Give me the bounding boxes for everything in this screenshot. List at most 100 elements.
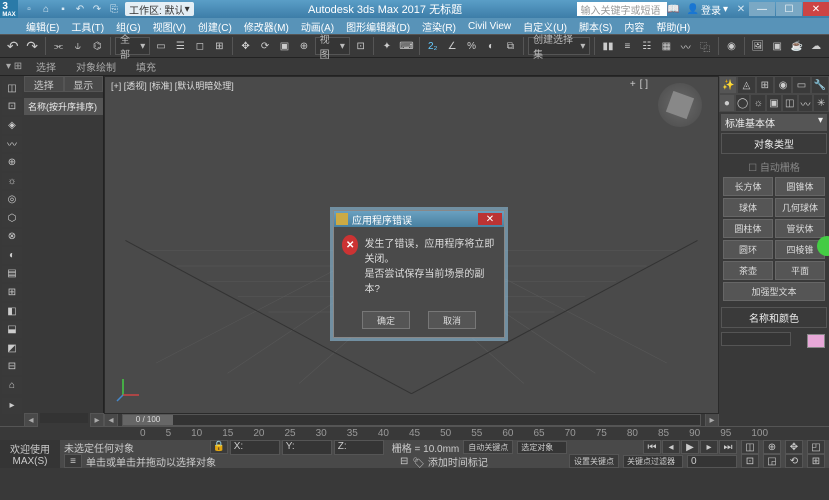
lt-11[interactable]: ▤ <box>2 266 22 283</box>
tab-select[interactable]: 选择 <box>30 59 62 74</box>
add-time-tag[interactable]: 🏷 添加时间标记 <box>412 454 487 469</box>
lt-6[interactable]: ☼ <box>2 173 22 190</box>
move-icon[interactable]: ✥ <box>237 36 254 56</box>
btn-geosphere[interactable]: 几何球体 <box>775 198 825 217</box>
link-icon[interactable]: ⫘ <box>50 36 67 56</box>
tab-populate[interactable]: 填充 <box>130 59 162 74</box>
lt-9[interactable]: ⊗ <box>2 229 22 246</box>
menu-view[interactable]: 视图(V) <box>147 18 192 34</box>
time-slider[interactable]: 0 / 100 <box>122 414 701 426</box>
nav-5[interactable]: ⟲ <box>785 454 803 468</box>
undo-button[interactable]: ↶ <box>4 36 21 56</box>
isolate-icon[interactable]: ◫ <box>741 440 759 454</box>
lt-17[interactable]: ⌂ <box>2 377 22 394</box>
btn-teapot[interactable]: 茶壶 <box>723 261 773 280</box>
rotate-icon[interactable]: ⟳ <box>256 36 273 56</box>
next-frame-icon[interactable]: ▸ <box>700 440 718 454</box>
sc-r[interactable]: ▸ <box>90 413 104 427</box>
dialog-cancel-button[interactable]: 取消 <box>428 311 476 329</box>
nav-1[interactable]: ⊕ <box>763 440 781 454</box>
placement-icon[interactable]: ⊕ <box>295 36 312 56</box>
btn-sphere[interactable]: 球体 <box>723 198 773 217</box>
project-icon[interactable]: ⎘ <box>107 2 121 16</box>
viewcube[interactable] <box>658 83 702 127</box>
cat-systems-icon[interactable]: ✳ <box>814 95 828 111</box>
minimize-button[interactable]: — <box>749 2 775 16</box>
lt-5[interactable]: ⊕ <box>2 154 22 171</box>
cmd-tab-create[interactable]: ✨ <box>720 77 736 93</box>
sc-l[interactable]: ◂ <box>24 413 38 427</box>
material-icon[interactable]: ◉ <box>723 36 740 56</box>
angle-snap-icon[interactable]: ∠ <box>443 36 460 56</box>
frame-input[interactable]: 0 <box>687 455 737 468</box>
toggle-icon[interactable]: ▦ <box>658 36 675 56</box>
btn-box[interactable]: 长方体 <box>723 177 773 196</box>
search-help-icon[interactable]: 📖 <box>667 2 681 16</box>
maxscript-icon[interactable]: ≡ <box>64 454 82 468</box>
new-icon[interactable]: ▫ <box>22 2 36 16</box>
prev-frame-icon[interactable]: ◂ <box>662 440 680 454</box>
select-name-icon[interactable]: ☰ <box>172 36 189 56</box>
nav-2[interactable]: ✥ <box>785 440 803 454</box>
redo-button[interactable]: ↷ <box>23 36 40 56</box>
render-setup-icon[interactable]: 🖼 <box>749 36 766 56</box>
maximize-button[interactable]: ☐ <box>776 2 802 16</box>
lt-16[interactable]: ⊟ <box>2 358 22 375</box>
window-cross-icon[interactable]: ⊞ <box>211 36 228 56</box>
polymodel-icon[interactable]: ▾ ⊞ <box>6 61 22 72</box>
lt-3[interactable]: ◈ <box>2 117 22 134</box>
nav-3[interactable]: ◰ <box>807 440 825 454</box>
rollout-name-color[interactable]: 名称和颜色 <box>721 307 827 328</box>
render-frame-icon[interactable]: ▣ <box>769 36 786 56</box>
lock-icon[interactable]: 🔒 <box>210 440 228 454</box>
object-color-swatch[interactable] <box>807 334 825 348</box>
menu-create[interactable]: 创建(C) <box>192 18 238 34</box>
cat-cameras-icon[interactable]: ▣ <box>767 95 781 111</box>
menu-script[interactable]: 脚本(S) <box>573 18 618 34</box>
menu-help[interactable]: 帮助(H) <box>650 18 696 34</box>
goto-start-icon[interactable]: ⏮ <box>643 440 661 454</box>
dialog-ok-button[interactable]: 确定 <box>362 311 410 329</box>
dialog-titlebar[interactable]: 应用程序错误 ✕ <box>334 211 504 227</box>
autokey-button[interactable]: 自动关键点 <box>463 440 513 454</box>
snap2d-icon[interactable]: 2₂ <box>424 36 441 56</box>
play-icon[interactable]: ▶ <box>681 440 699 454</box>
e1-icon[interactable]: ⧉ <box>502 36 519 56</box>
lt-4[interactable]: 〰 <box>2 136 22 153</box>
lt-14[interactable]: ⬓ <box>2 321 22 338</box>
selection-filter[interactable]: 全部 ▾ <box>115 37 150 55</box>
ref-coord[interactable]: 视图 ▾ <box>315 37 350 55</box>
autogrid-check[interactable]: ☐ 自动栅格 <box>721 158 827 175</box>
tl-left[interactable]: ◂ <box>104 413 118 427</box>
lt-2[interactable]: ⊡ <box>2 99 22 116</box>
render-icon[interactable]: ☕ <box>788 36 805 56</box>
menu-edit[interactable]: 编辑(E) <box>20 18 65 34</box>
btn-textplus[interactable]: 加强型文本 <box>723 282 825 301</box>
goto-end-icon[interactable]: ⏭ <box>719 440 737 454</box>
close-button[interactable]: ✕ <box>803 2 829 16</box>
lt-15[interactable]: ◩ <box>2 340 22 357</box>
lt-1[interactable]: ◫ <box>2 80 22 97</box>
btn-torus[interactable]: 圆环 <box>723 240 773 259</box>
save-icon[interactable]: ▪ <box>56 2 70 16</box>
cat-geometry-icon[interactable]: ● <box>720 95 734 111</box>
lp-tab-select[interactable]: 选择 <box>24 76 64 92</box>
subcategory-dropdown[interactable]: 标准基本体▾ <box>721 114 827 131</box>
btn-plane[interactable]: 平面 <box>775 261 825 280</box>
tab-paint[interactable]: 对象绘制 <box>70 59 122 74</box>
vp-bracket-icon[interactable]: [ ] <box>640 79 648 90</box>
menu-render[interactable]: 渲染(R) <box>416 18 462 34</box>
dialog-close-button[interactable]: ✕ <box>478 213 502 225</box>
workspace-dropdown[interactable]: 工作区: 默认 ▾ <box>125 2 194 16</box>
layers-icon[interactable]: ☷ <box>638 36 655 56</box>
lt-8[interactable]: ⬡ <box>2 210 22 227</box>
cmd-tab-modify[interactable]: ◬ <box>738 77 754 93</box>
percent-snap-icon[interactable]: % <box>463 36 480 56</box>
coord-y[interactable]: Y: <box>282 440 332 455</box>
redo-icon[interactable]: ↷ <box>90 2 104 16</box>
btn-cylinder[interactable]: 圆柱体 <box>723 219 773 238</box>
rect-select-icon[interactable]: ◻ <box>191 36 208 56</box>
a360-icon[interactable]: ☁ <box>807 36 824 56</box>
lt-10[interactable]: ◐ <box>2 247 22 264</box>
schematic-icon[interactable]: ⿻ <box>696 36 713 56</box>
